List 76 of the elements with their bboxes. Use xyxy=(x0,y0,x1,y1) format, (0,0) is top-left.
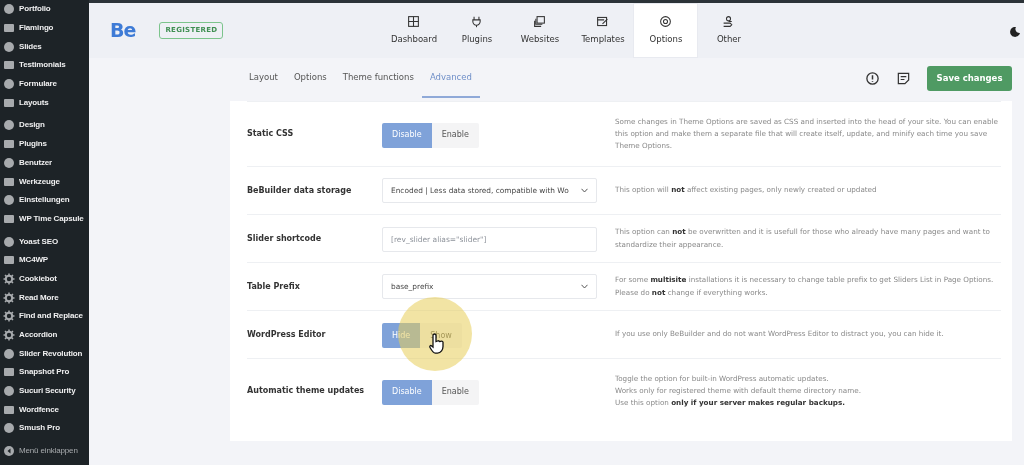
edit-icon xyxy=(596,15,610,29)
circle-icon xyxy=(3,119,15,132)
target-icon xyxy=(659,15,673,29)
square-icon xyxy=(3,366,15,379)
square-icon xyxy=(3,403,15,416)
sidebar-item[interactable]: Slides xyxy=(0,37,89,57)
copies-icon xyxy=(533,15,547,29)
sidebar-item[interactable]: Cookiebot xyxy=(0,269,89,289)
square-icon xyxy=(3,175,15,188)
sub-tab[interactable]: Options xyxy=(285,58,335,98)
sidebar-item[interactable]: Einstellungen xyxy=(0,190,89,210)
square-icon xyxy=(3,96,15,109)
circle-icon xyxy=(3,40,15,53)
sidebar-item[interactable]: Snapshot Pro xyxy=(0,363,89,382)
sidebar-item[interactable]: WP Time Capsule xyxy=(0,209,89,229)
nav-tab[interactable]: Other xyxy=(697,4,761,57)
square-icon xyxy=(3,138,15,151)
option-label: Table Prefix xyxy=(247,280,301,293)
square-icon xyxy=(3,59,15,72)
toggle-option[interactable]: Enable xyxy=(431,122,479,148)
circle-icon xyxy=(3,3,15,16)
circle-icon xyxy=(3,347,15,360)
circle-icon xyxy=(3,385,15,398)
gear-icon xyxy=(3,329,15,342)
gear-icon xyxy=(3,310,15,323)
sidebar-item[interactable]: Slider Revolution xyxy=(0,344,89,364)
sidebar-item[interactable]: Testimonials xyxy=(0,56,89,75)
notes-icon[interactable] xyxy=(896,70,911,86)
sidebar-item[interactable]: Smush Pro xyxy=(0,419,89,438)
option-label: Static CSS xyxy=(247,128,295,140)
sidebar-item[interactable]: Sucuri Security xyxy=(0,381,89,401)
collapse-menu-link[interactable]: Menü einklappen xyxy=(0,441,89,461)
nav-tab[interactable]: Dashboard xyxy=(382,4,446,57)
circle-icon xyxy=(3,422,15,435)
gear-icon xyxy=(3,291,15,304)
logo: Be xyxy=(110,18,136,44)
info-icon[interactable] xyxy=(865,70,880,86)
square-icon xyxy=(3,212,15,225)
sub-tab[interactable]: Layout xyxy=(241,58,286,98)
circle-icon xyxy=(3,78,15,91)
plug-icon xyxy=(470,15,484,29)
sidebar-item[interactable]: Flamingo xyxy=(0,18,89,38)
square-icon xyxy=(3,254,15,267)
sub-tab[interactable]: Theme functions xyxy=(334,58,422,98)
option-label: Automatic theme updates xyxy=(247,385,366,397)
gear-icon xyxy=(3,272,15,285)
sidebar-item[interactable]: Wordfence xyxy=(0,400,89,420)
sidebar-item[interactable]: Design xyxy=(0,116,89,135)
nav-tab[interactable]: Templates xyxy=(571,4,635,57)
sidebar-item[interactable]: Yoast SEO xyxy=(0,232,89,251)
option-label: WordPress Editor xyxy=(247,328,327,341)
moon-icon[interactable] xyxy=(1010,27,1020,37)
sidebar-item[interactable]: Werkzeuge xyxy=(0,172,89,191)
chevron-down-icon xyxy=(581,188,588,193)
grid-icon xyxy=(407,15,421,29)
circle-icon xyxy=(3,156,15,169)
nav-tab[interactable]: Plugins xyxy=(445,4,509,57)
sidebar-item[interactable]: MC4WP xyxy=(0,250,89,270)
option-label: BeBuilder data storage xyxy=(247,184,353,197)
sidebar-item[interactable]: Benutzer xyxy=(0,153,89,173)
sidebar-item[interactable]: Portfolio xyxy=(0,0,89,19)
sidebar-item[interactable]: Find and Replace xyxy=(0,307,89,326)
toggle-option[interactable]: Enable xyxy=(431,379,479,405)
sidebar-item[interactable]: Read More xyxy=(0,288,89,307)
nav-tab[interactable]: Websites xyxy=(508,4,572,57)
circle-icon xyxy=(3,235,15,248)
circle-icon xyxy=(3,194,15,207)
collapse-icon xyxy=(3,445,15,458)
sidebar-item[interactable]: Formulare xyxy=(0,74,89,94)
chevron-down-icon xyxy=(581,284,588,289)
square-icon xyxy=(3,22,15,35)
option-label: Slider shortcode xyxy=(247,232,323,245)
sidebar-item[interactable]: Layouts xyxy=(0,93,89,113)
sidebar-item[interactable]: Plugins xyxy=(0,134,89,154)
nav-tab[interactable]: Options xyxy=(634,4,698,57)
sidebar-item[interactable]: Accordion xyxy=(0,325,89,345)
